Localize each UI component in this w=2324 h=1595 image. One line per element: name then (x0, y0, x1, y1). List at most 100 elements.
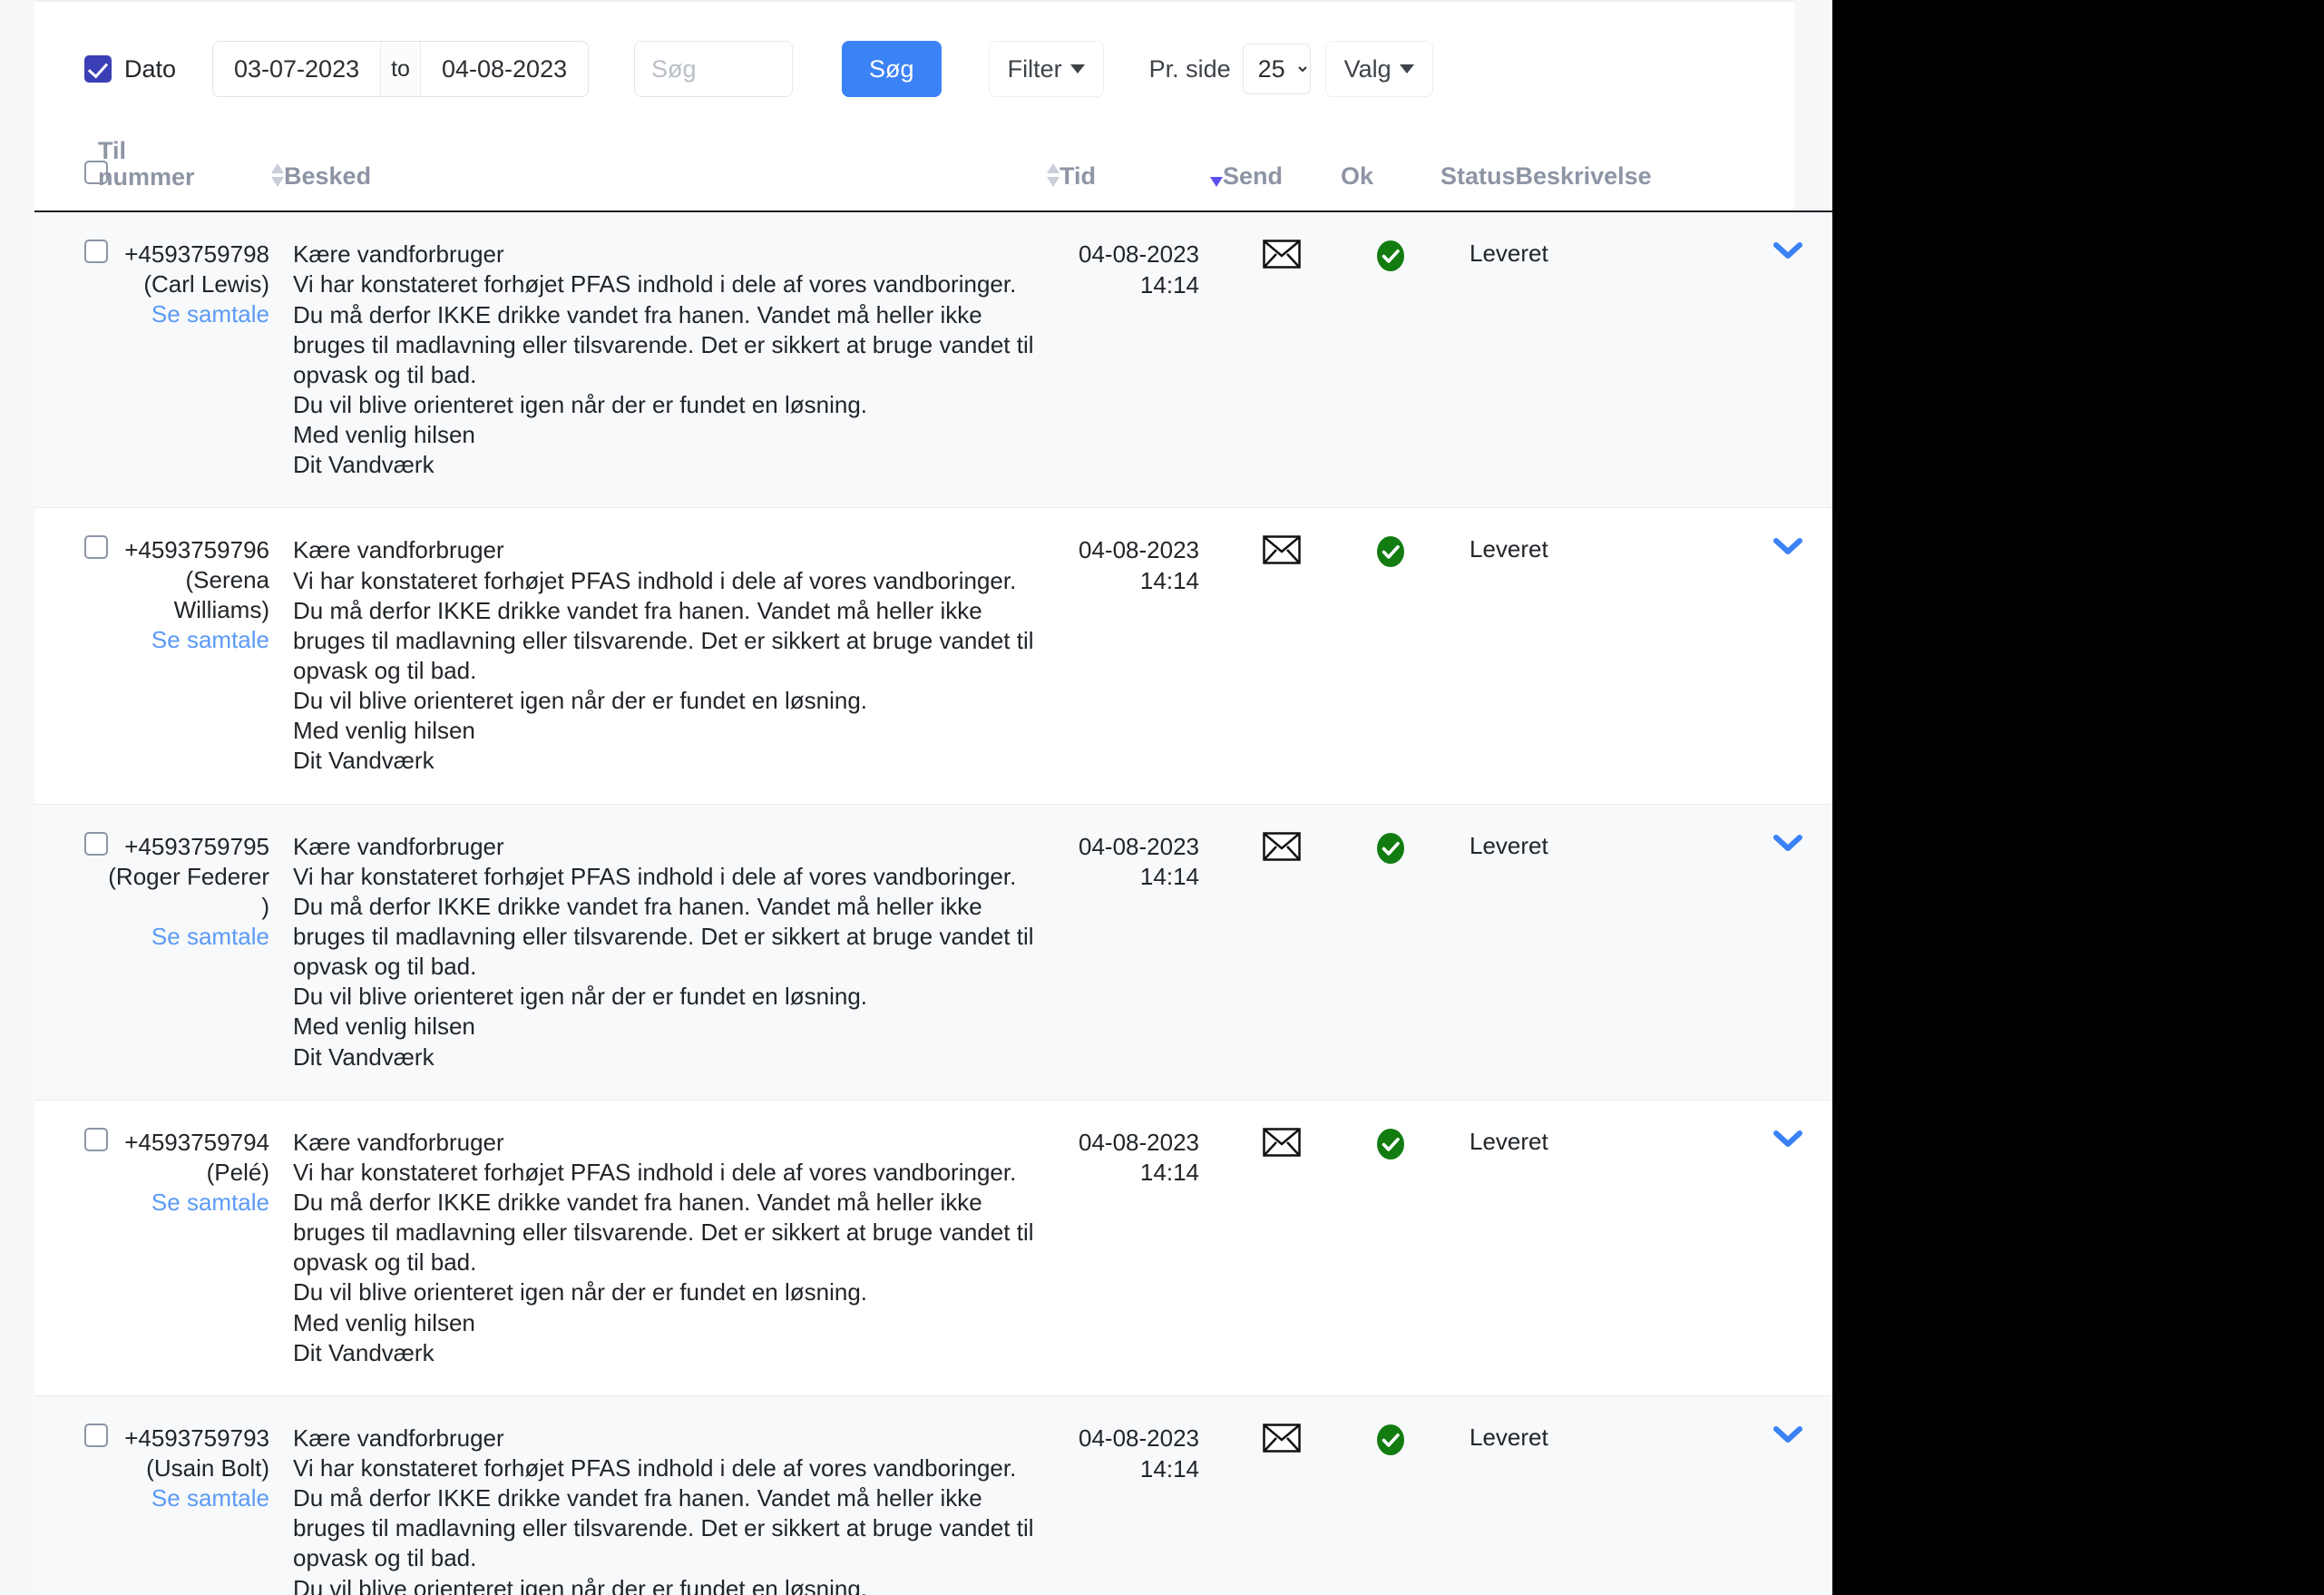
chevron-down-icon[interactable] (1772, 240, 1803, 268)
date-to-input[interactable] (421, 42, 589, 96)
filter-button[interactable]: Filter (988, 41, 1104, 97)
chevron-down-icon[interactable] (1772, 1128, 1803, 1156)
status-badge: Leveret (1470, 240, 1548, 268)
row-send-cell (1223, 1395, 1341, 1595)
envelope-icon[interactable] (1263, 1424, 1301, 1453)
chevron-down-icon (1772, 242, 1802, 259)
th-select-all (34, 138, 108, 213)
table-row[interactable]: +4593759794 (Pelé) Se samtale Kære vandforb… (34, 1100, 1832, 1396)
table-row[interactable]: +4593759796 (Serena Williams) Se samtale Kæ… (34, 507, 1832, 805)
row-expand-cell (1740, 211, 1832, 509)
see-conversation-link[interactable]: Se samtale (99, 625, 269, 655)
check-circle-icon (1377, 832, 1404, 864)
th-til-nummer-label: Til nummer (98, 137, 195, 191)
table-body: +4593759798 (Carl Lewis) Se samtale Kære va… (34, 211, 1832, 1595)
chevron-down-icon (1772, 1130, 1802, 1147)
row-checkbox[interactable] (84, 535, 108, 560)
th-tid[interactable]: Tid (1059, 138, 1223, 213)
row-expand-cell (1740, 507, 1832, 805)
date-filter-group: Dato (84, 55, 176, 83)
chevron-down-icon[interactable] (1772, 1424, 1803, 1452)
check-circle-icon (1377, 240, 1404, 272)
app-viewport: Dato to Søg Filter Pr. side 25 Valg (0, 0, 1832, 1595)
dato-checkbox[interactable] (84, 55, 112, 83)
row-message-cell: Kære vandforbruger Vi har konstateret for… (284, 1395, 1059, 1595)
th-send-label: Send (1223, 162, 1284, 191)
sort-icon[interactable] (271, 163, 284, 188)
envelope-icon (1263, 1127, 1301, 1157)
messages-table: Til nummer Besked Tid Send Ok StatusBesk… (34, 137, 1832, 1595)
row-checkbox[interactable] (84, 1423, 108, 1447)
row-select-cell (34, 211, 108, 509)
date-from-input[interactable] (213, 42, 381, 96)
see-conversation-link[interactable]: Se samtale (99, 1483, 269, 1513)
check-circle-icon (1374, 1128, 1407, 1166)
search-input[interactable] (634, 41, 794, 97)
recipient-number: +4593759796 (124, 536, 269, 564)
chevron-down-icon (1399, 64, 1414, 73)
row-time-cell: 04-08-2023 14:14 (1059, 211, 1223, 509)
check-circle-icon (1377, 536, 1404, 568)
envelope-icon[interactable] (1263, 1127, 1301, 1157)
row-expand-cell (1740, 1100, 1832, 1396)
chevron-down-icon (1772, 1425, 1802, 1443)
th-til-nummer[interactable]: Til nummer (98, 137, 284, 213)
check-circle-icon (1374, 240, 1407, 278)
options-button[interactable]: Valg (1324, 41, 1433, 97)
row-status-cell: Leveret (1440, 804, 1740, 1101)
row-send-cell (1223, 507, 1341, 805)
envelope-icon[interactable] (1263, 535, 1301, 565)
sort-desc-arrow (1047, 177, 1059, 188)
envelope-icon[interactable] (1263, 240, 1301, 269)
row-select-cell (34, 507, 108, 805)
chevron-down-icon[interactable] (1772, 832, 1803, 860)
recipient-number: +4593759795 (124, 832, 269, 860)
row-recipient-cell: +4593759795 (Roger Federer ) Se samtale (98, 804, 284, 1101)
per-page-select[interactable]: 25 (1242, 44, 1311, 94)
row-expand-cell (1740, 804, 1832, 1101)
row-select-cell (34, 1395, 108, 1595)
table-row[interactable]: +4593759793 (Usain Bolt) Se samtale Kære va… (34, 1395, 1832, 1595)
row-time: 14:14 (1139, 567, 1199, 595)
envelope-icon (1263, 535, 1301, 565)
sort-icon[interactable] (1047, 163, 1059, 188)
row-time-cell: 04-08-2023 14:14 (1059, 1100, 1223, 1396)
sort-asc-arrow (271, 163, 284, 174)
status-badge: Leveret (1470, 535, 1548, 563)
options-button-label: Valg (1343, 54, 1391, 83)
check-circle-icon (1377, 1424, 1404, 1455)
envelope-icon (1263, 240, 1301, 269)
table-row[interactable]: +4593759798 (Carl Lewis) Se samtale Kære va… (34, 211, 1832, 509)
see-conversation-link[interactable]: Se samtale (99, 922, 269, 952)
row-message-cell: Kære vandforbruger Vi har konstateret for… (284, 1100, 1059, 1396)
row-checkbox[interactable] (84, 240, 108, 264)
row-ok-cell (1341, 1100, 1440, 1396)
sort-desc-icon[interactable] (1210, 177, 1223, 188)
row-checkbox[interactable] (84, 1127, 108, 1151)
see-conversation-link[interactable]: Se samtale (99, 299, 269, 329)
recipient-number: +4593759793 (124, 1424, 269, 1452)
row-recipient-cell: +4593759793 (Usain Bolt) Se samtale (98, 1395, 284, 1595)
table-row[interactable]: +4593759795 (Roger Federer ) Se samtale Kær… (34, 804, 1832, 1101)
row-date: 04-08-2023 (1079, 1424, 1199, 1452)
search-button[interactable]: Søg (842, 41, 942, 97)
row-time-cell: 04-08-2023 14:14 (1059, 507, 1223, 805)
th-besked[interactable]: Besked (284, 138, 1059, 213)
status-badge: Leveret (1470, 1127, 1548, 1155)
th-ok: Ok (1341, 138, 1440, 213)
row-checkbox[interactable] (84, 831, 108, 856)
row-time: 14:14 (1139, 1454, 1199, 1482)
top-divider (34, 0, 1794, 2)
status-badge: Leveret (1470, 1423, 1548, 1451)
th-besked-label: Besked (284, 162, 372, 191)
row-send-cell (1223, 804, 1341, 1101)
row-status-cell: Leveret (1440, 211, 1740, 509)
th-status-label: StatusBeskrivelse (1440, 162, 1652, 191)
per-page-label: Pr. side (1148, 54, 1231, 83)
see-conversation-link[interactable]: Se samtale (99, 1188, 269, 1218)
row-status-cell: Leveret (1440, 1395, 1740, 1595)
th-send: Send (1223, 138, 1341, 213)
chevron-down-icon[interactable] (1772, 535, 1803, 563)
envelope-icon[interactable] (1263, 831, 1301, 861)
sort-desc-arrow (1210, 177, 1223, 188)
